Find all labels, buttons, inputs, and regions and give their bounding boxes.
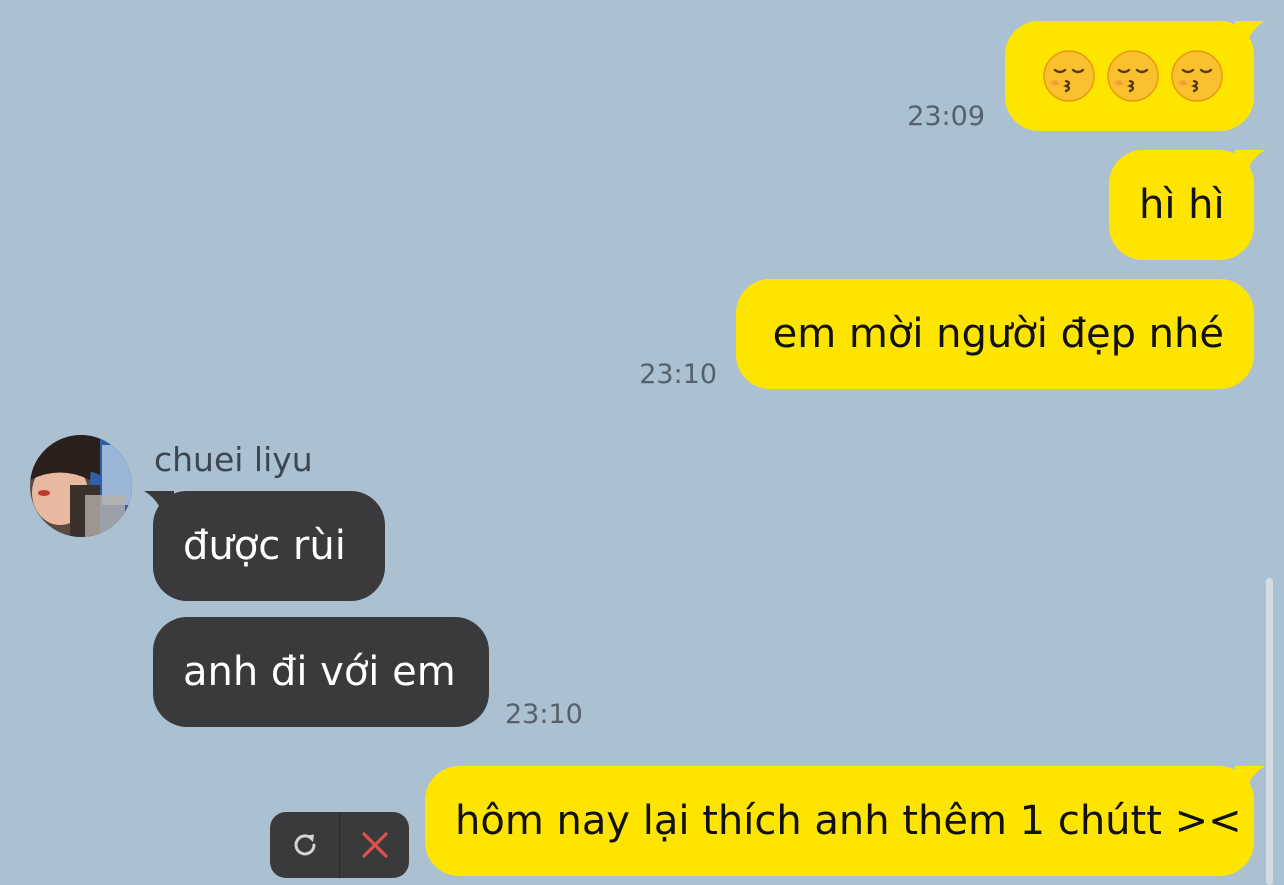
outgoing-message[interactable]: hì hì — [1109, 150, 1265, 260]
message-timestamp: 23:10 — [505, 699, 583, 730]
avatar[interactable] — [30, 435, 132, 537]
message-text: hôm nay lại thích anh thêm 1 chútt >< — [455, 798, 1242, 844]
message-text: hì hì — [1139, 182, 1225, 228]
outgoing-message-failed[interactable]: hôm nay lại thích anh thêm 1 chútt >< — [425, 766, 1265, 876]
bubble-tail — [1235, 21, 1265, 47]
bubble-tail — [1235, 150, 1265, 176]
incoming-message[interactable]: anh đi với em — [153, 617, 489, 727]
message-text: được rùi — [183, 523, 346, 569]
delete-button[interactable] — [340, 812, 409, 878]
scrollbar[interactable] — [1266, 578, 1273, 885]
message-timestamp: 23:09 — [907, 101, 985, 132]
sender-name: chuei liyu — [154, 440, 313, 479]
retry-button[interactable] — [270, 812, 339, 878]
failed-message-actions — [270, 812, 409, 878]
refresh-icon — [294, 834, 315, 856]
emoji-row — [1035, 21, 1224, 131]
avatar-image — [30, 435, 132, 537]
close-icon — [361, 832, 388, 858]
bubble-tail — [144, 491, 174, 517]
bubble-tail — [1235, 766, 1265, 792]
message-text: em mời người đẹp nhé — [772, 311, 1224, 357]
message-timestamp: 23:10 — [639, 359, 717, 390]
kissing-face-icon — [1171, 50, 1223, 102]
outgoing-message[interactable]: em mời người đẹp nhé — [736, 279, 1254, 389]
incoming-message[interactable]: được rùi — [144, 491, 385, 601]
outgoing-message-emoji[interactable] — [1005, 21, 1265, 131]
kissing-face-icon — [1043, 50, 1095, 102]
message-text: anh đi với em — [183, 649, 456, 695]
kissing-face-icon — [1107, 50, 1159, 102]
